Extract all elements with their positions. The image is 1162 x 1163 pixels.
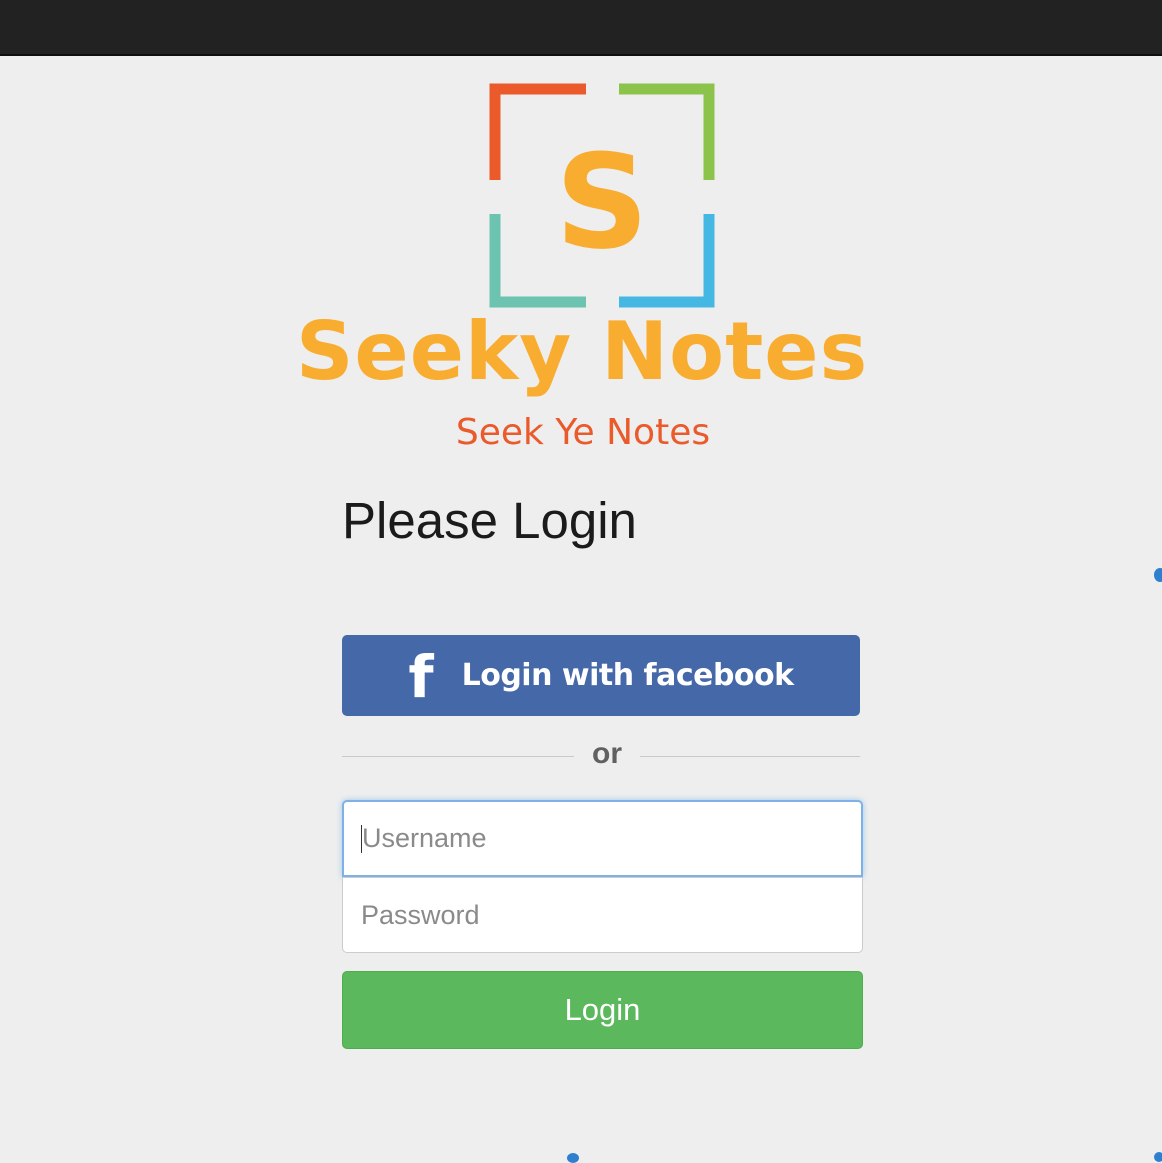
divider-text: or (592, 737, 622, 770)
edge-marker-right (1154, 568, 1162, 582)
login-with-facebook-button[interactable]: f Login with facebook (342, 635, 860, 716)
divider-line-left (342, 756, 574, 757)
logo-letter: S (555, 126, 649, 278)
brand-name: Seeky Notes (295, 305, 869, 398)
seeky-notes-logo: S (489, 83, 715, 308)
login-button[interactable]: Login (342, 971, 863, 1049)
divider-line-right (640, 756, 860, 757)
text-caret (361, 825, 362, 853)
facebook-button-label: Login with facebook (461, 658, 795, 693)
or-divider: or (342, 734, 860, 774)
password-input[interactable] (342, 877, 863, 953)
top-bar (0, 0, 1162, 56)
edge-marker-corner (1154, 1152, 1162, 1162)
facebook-f-icon: f (408, 642, 434, 711)
edge-marker-bottom (567, 1153, 579, 1163)
username-input[interactable] (342, 800, 863, 877)
brand-tagline: Seek Ye Notes (455, 412, 711, 453)
page-title: Please Login (342, 492, 637, 549)
